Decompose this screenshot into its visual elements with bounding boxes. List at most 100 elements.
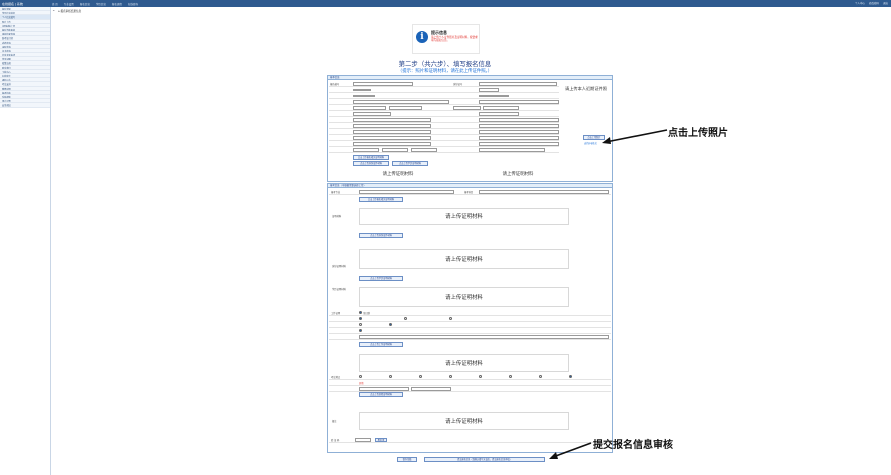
text-field[interactable]	[479, 136, 559, 140]
select-field[interactable]	[483, 106, 519, 110]
change-password-link[interactable]: 修改密码	[869, 1, 879, 5]
upload-material-button[interactable]: 点击上传学历证明材料	[359, 276, 403, 281]
text-field[interactable]	[353, 124, 431, 128]
info-icon: i	[416, 31, 428, 43]
notice-box: i 提示信息 请上传个人证件照片及证明材料，按要求填写报名信息。	[412, 24, 480, 54]
top-menu-item[interactable]: 报名信息	[80, 2, 90, 6]
radio-label: 全日制	[363, 312, 370, 315]
radio-option[interactable]	[404, 317, 407, 320]
step-hint: （提示：照片和证明材料，请在此上传证件照。）	[397, 69, 493, 74]
field-label: 学历证明材料	[332, 288, 346, 291]
upload-material-button[interactable]: 点击上传报名相关证明材料	[353, 155, 389, 160]
annotation-submit-review: 提交报名信息审核	[593, 440, 673, 451]
sidebar: 报名须知 学历信息核实 个人信息填写 照片上传 证明材料上传 报名资格审核 审核结果查询 准考…	[0, 7, 51, 475]
text-field[interactable]	[479, 148, 545, 152]
radio-option[interactable]	[509, 375, 512, 378]
annotation-arrow-submit	[549, 442, 592, 459]
field-label: 身份证号	[453, 83, 463, 86]
upload-material-button[interactable]: 点击上传其他证明材料	[359, 392, 403, 397]
radio-option[interactable]	[569, 375, 572, 378]
select-district[interactable]	[453, 106, 481, 110]
text-field[interactable]	[353, 136, 431, 140]
form-row	[329, 334, 611, 340]
radio-option[interactable]	[389, 323, 392, 326]
text-field[interactable]	[353, 142, 431, 146]
field-label: 备注	[332, 420, 337, 423]
select-field[interactable]	[479, 100, 559, 104]
radio-option[interactable]	[449, 375, 452, 378]
select-city[interactable]	[389, 106, 422, 110]
field-label: 考试地点	[331, 376, 341, 379]
upload-material-button[interactable]: 点击上传报名相关证明材料	[359, 197, 403, 202]
select-province[interactable]	[353, 106, 386, 110]
material-placeholder: 请上传证明材料	[478, 169, 558, 181]
field-value	[479, 82, 557, 86]
text-field[interactable]	[479, 130, 559, 134]
material-placeholder: 请上传证明材料	[358, 169, 438, 181]
logout-link[interactable]: 退出	[883, 1, 888, 5]
user-center-link[interactable]: 个人中心	[855, 1, 865, 5]
top-menu-item[interactable]: 在线咨询	[128, 2, 138, 6]
top-menu-item[interactable]: 报名流程	[112, 2, 122, 6]
text-field[interactable]	[353, 112, 391, 116]
upload-placeholder: 请上传证明材料	[359, 354, 569, 372]
select-subject[interactable]	[479, 190, 609, 194]
select-field[interactable]	[411, 387, 451, 391]
radio-option[interactable]	[419, 375, 422, 378]
upload-photo-hint: 支持jpg格式	[584, 142, 597, 145]
submit-button[interactable]: 提交报名信息（请确认填写无误后，提交报名信息审核）	[424, 457, 545, 462]
select-field[interactable]	[359, 387, 409, 391]
field-label: 工作证明	[331, 312, 341, 315]
sidebar-item[interactable]: 安全退出	[0, 103, 50, 108]
application-info-header: 报考信息（可根据需要选择上传）	[328, 184, 612, 188]
upload-material-button[interactable]: 点击上传身份证件材料	[359, 233, 403, 238]
captcha-input[interactable]	[355, 438, 371, 442]
radio-option[interactable]	[389, 375, 392, 378]
captcha-refresh-button[interactable]: 看不清	[375, 437, 387, 442]
field-value	[479, 88, 499, 92]
field-label: 身份证明材料	[332, 265, 346, 268]
breadcrumb: ⌂ 报名审核结果信息	[58, 10, 82, 13]
select-major[interactable]	[359, 190, 454, 194]
text-field[interactable]	[353, 118, 431, 122]
select-field[interactable]	[479, 142, 559, 146]
field-value	[353, 82, 413, 86]
form-row	[329, 147, 559, 153]
save-draft-button[interactable]: 保存草稿	[397, 457, 417, 462]
top-menu-item[interactable]: 专业设置	[64, 2, 74, 6]
redacted-name	[353, 89, 371, 91]
radio-option[interactable]	[359, 311, 362, 314]
radio-option[interactable]	[539, 375, 542, 378]
radio-option[interactable]	[449, 317, 452, 320]
upload-material-button[interactable]: 点击上传工作证明材料	[359, 342, 403, 347]
app-brand: 在线报名 | 系统	[2, 1, 23, 6]
upload-material-button[interactable]: 点击上传身份证件材料	[353, 161, 389, 166]
select-field[interactable]	[353, 148, 379, 152]
field-label: 报考专业	[331, 191, 341, 194]
upload-placeholder: 请上传证明材料	[359, 412, 569, 430]
field-label: 报名编号	[330, 83, 340, 86]
collapse-sidebar-icon[interactable]: ⌃	[52, 9, 55, 14]
step-title: 第二步（共六步）、填写报名信息	[398, 60, 492, 68]
text-field[interactable]	[353, 130, 431, 134]
select-field[interactable]	[353, 100, 449, 104]
upload-material-button[interactable]: 点击上传学历证明材料	[392, 161, 428, 166]
top-navigation-bar: 在线报名 | 系统 首 页 专业设置 报名信息 学历信息 报名流程 在线咨询 个…	[0, 0, 891, 7]
text-field[interactable]	[479, 112, 519, 116]
select-field[interactable]	[382, 148, 408, 152]
radio-option[interactable]	[359, 317, 362, 320]
radio-option[interactable]	[359, 375, 362, 378]
top-menu-item[interactable]: 学历信息	[96, 2, 106, 6]
top-menu-item[interactable]: 首 页	[52, 2, 58, 6]
select-field[interactable]	[411, 148, 437, 152]
radio-option[interactable]	[359, 323, 362, 326]
form-row: 报考专业 报考科目	[329, 189, 611, 195]
upload-placeholder: 请上传证明材料	[359, 208, 569, 225]
text-field[interactable]	[479, 118, 559, 122]
radio-option[interactable]	[479, 375, 482, 378]
upload-placeholder: 请上传证明材料	[359, 249, 569, 269]
basic-info-panel: 基本信息 报名编号 身份证号 点击上传报名相关证明材料 点击上传身份证件材料 点…	[327, 75, 613, 182]
text-field[interactable]	[359, 335, 609, 339]
radio-option[interactable]	[359, 329, 362, 332]
text-field[interactable]	[479, 124, 559, 128]
